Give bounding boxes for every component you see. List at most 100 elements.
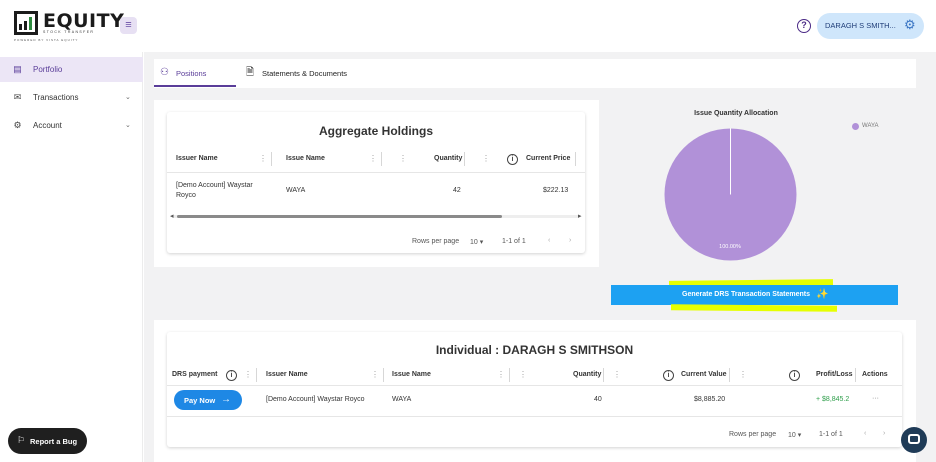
rows-per-page-select[interactable]: 10 ▾ — [788, 431, 801, 439]
sidebar: ▤ Portfolio ✉ Transactions ⌄ ⚙ Account ⌄ — [0, 52, 143, 462]
column-header-drs-payment[interactable]: DRS payment — [172, 371, 218, 378]
column-header-issue-name[interactable]: Issue Name — [286, 155, 325, 162]
column-menu-icon[interactable]: ⋮ — [739, 371, 747, 379]
aggregate-holdings-card: Aggregate Holdings Issuer Name ⋮ Issue N… — [167, 112, 585, 253]
hamburger-icon: ≡ — [125, 19, 132, 31]
column-separator[interactable] — [509, 368, 510, 382]
info-icon[interactable]: i — [663, 370, 674, 381]
column-header-profit-loss[interactable]: Profit/Loss — [816, 371, 853, 378]
issuer-name-cell-line2: Royco — [176, 192, 196, 199]
individual-holdings-card: Individual : DARAGH S SMITHSON DRS payme… — [167, 332, 902, 447]
column-separator[interactable] — [381, 152, 382, 166]
tab-positions[interactable]: ⚇ Positions — [154, 59, 236, 88]
pay-now-button[interactable]: Pay Now → — [174, 390, 242, 410]
pie-slice-label: 100.00% — [719, 244, 741, 250]
prev-page-button[interactable]: ‹ — [548, 237, 550, 244]
chat-support-button[interactable] — [901, 427, 927, 453]
tab-statements-documents[interactable]: 🗎 Statements & Documents — [244, 59, 364, 88]
logo-text: EQUITY — [43, 10, 125, 32]
column-separator[interactable] — [383, 368, 384, 382]
column-header-actions: Actions — [862, 371, 888, 378]
pagination-range: 1-1 of 1 — [819, 431, 843, 438]
individual-holdings-title: Individual : DARAGH S SMITHSON — [435, 343, 634, 357]
prev-page-button[interactable]: ‹ — [864, 430, 866, 437]
generate-button-label: Generate DRS Transaction Statements — [682, 291, 810, 298]
magic-wand-icon: ✨ — [816, 289, 829, 300]
column-header-issuer-name[interactable]: Issuer Name — [176, 155, 218, 162]
tab-label: Statements & Documents — [262, 69, 348, 78]
flag-icon: ⚐ — [17, 435, 26, 445]
sidebar-item-label: Account — [33, 121, 62, 130]
generate-drs-statements-button[interactable]: Generate DRS Transaction Statements ✨ — [611, 285, 898, 305]
user-menu-button[interactable]: DARAGH S SMITH... ⚙ — [817, 13, 924, 39]
sidebar-item-account[interactable]: ⚙ Account ⌄ — [0, 113, 143, 138]
chart-title: Issue Quantity Allocation — [694, 110, 778, 117]
arrow-right-icon: → — [221, 394, 231, 405]
column-separator[interactable] — [271, 152, 272, 166]
column-menu-icon[interactable]: ⋮ — [497, 371, 505, 379]
highlight-mark-bottom — [670, 304, 838, 312]
quantity-cell: 42 — [453, 187, 461, 194]
column-separator[interactable] — [603, 368, 604, 382]
row-divider — [167, 416, 902, 417]
info-icon[interactable]: i — [789, 370, 800, 381]
column-separator[interactable] — [729, 368, 730, 382]
sidebar-item-transactions[interactable]: ✉ Transactions ⌄ — [0, 85, 143, 110]
column-separator[interactable] — [256, 368, 257, 382]
column-header-current-price[interactable]: Current Price — [526, 155, 570, 162]
scroll-left-arrow[interactable]: ◂ — [170, 212, 174, 220]
column-header-issuer-name[interactable]: Issuer Name — [266, 371, 308, 378]
rows-per-page-value: 10 — [470, 239, 478, 246]
column-separator[interactable] — [575, 152, 576, 166]
equity-logo[interactable]: EQUITY STOCK TRANSFER — [14, 8, 124, 42]
help-icon[interactable]: ? — [797, 19, 811, 33]
column-menu-icon[interactable]: ⋮ — [371, 371, 379, 379]
scrollbar-thumb[interactable] — [177, 215, 502, 218]
column-header-quantity[interactable]: Quantity — [434, 155, 462, 162]
logo-subtitle: STOCK TRANSFER — [43, 30, 95, 34]
column-header-current-value[interactable]: Current Value — [681, 371, 727, 378]
current-price-cell: $222.13 — [543, 187, 569, 194]
logo-mark-icon — [14, 11, 38, 35]
main-content: ⚇ Positions 🗎 Statements & Documents Agg… — [144, 52, 936, 462]
header-divider — [167, 172, 585, 173]
rows-per-page-label: Rows per page — [729, 431, 777, 438]
chat-icon — [908, 434, 920, 444]
hamburger-menu-button[interactable]: ≡ — [120, 17, 137, 34]
legend-label[interactable]: WAYA — [862, 123, 879, 129]
sidebar-item-portfolio[interactable]: ▤ Portfolio — [0, 57, 143, 82]
column-menu-icon[interactable]: ⋮ — [259, 155, 267, 163]
envelope-icon: ✉ — [13, 92, 22, 102]
document-icon: 🗎 — [246, 67, 255, 78]
user-name: DARAGH S SMITH... — [825, 21, 896, 30]
pagination-range: 1-1 of 1 — [502, 238, 526, 245]
top-bar: EQUITY STOCK TRANSFER POWERED BY VISTA E… — [0, 0, 936, 52]
column-header-issue-name[interactable]: Issue Name — [392, 371, 431, 378]
gear-icon[interactable]: ⚙ — [904, 18, 918, 32]
row-actions-menu[interactable]: ··· — [872, 395, 879, 402]
issuer-name-cell-line1: [Demo Account] Waystar — [176, 182, 253, 189]
next-page-button[interactable]: › — [569, 237, 571, 244]
next-page-button[interactable]: › — [883, 430, 885, 437]
column-menu-icon[interactable]: ⋮ — [399, 155, 407, 163]
current-value-cell: $8,885.20 — [694, 396, 726, 403]
column-menu-icon[interactable]: ⋮ — [482, 155, 490, 163]
column-menu-icon[interactable]: ⋮ — [244, 371, 252, 379]
allocation-pie-chart: 100.00% — [664, 128, 797, 261]
issue-name-cell: WAYA — [286, 187, 306, 194]
column-menu-icon[interactable]: ⋮ — [519, 371, 527, 379]
column-menu-icon[interactable]: ⋮ — [369, 155, 377, 163]
scroll-right-arrow[interactable]: ▸ — [578, 212, 582, 220]
info-icon[interactable]: i — [226, 370, 237, 381]
pay-now-label: Pay Now — [184, 396, 216, 405]
chevron-down-icon: ⌄ — [125, 122, 131, 129]
people-icon: ⚇ — [160, 67, 169, 78]
column-header-quantity[interactable]: Quantity — [573, 371, 601, 378]
report-bug-button[interactable]: ⚐ Report a Bug — [8, 428, 87, 454]
rows-per-page-select[interactable]: 10 ▾ — [470, 238, 483, 246]
column-menu-icon[interactable]: ⋮ — [613, 371, 621, 379]
column-separator[interactable] — [464, 152, 465, 166]
info-icon[interactable]: i — [507, 154, 518, 165]
header-divider — [167, 385, 902, 386]
column-separator[interactable] — [855, 368, 856, 382]
